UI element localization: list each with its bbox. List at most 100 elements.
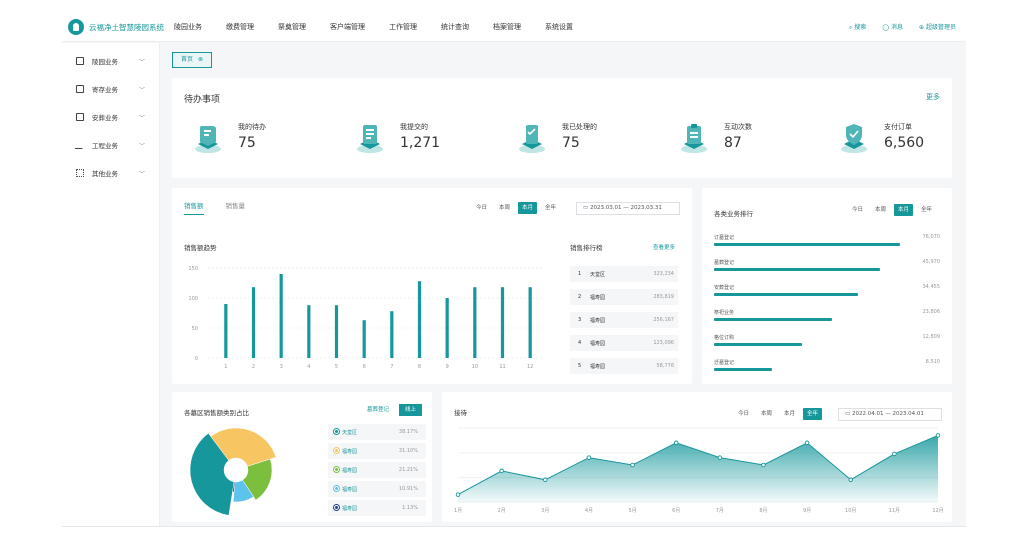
nav-item-memorial[interactable]: 祭奠管理 — [278, 22, 306, 32]
x-tick-label: 6月 — [672, 508, 680, 514]
legend-row[interactable]: 天堂区 38.17% — [328, 424, 426, 440]
range-year[interactable]: 全年 — [917, 204, 936, 216]
tab-sales-volume[interactable]: 销售量 — [226, 200, 246, 215]
data-point[interactable] — [892, 451, 897, 457]
range-today[interactable]: 今日 — [734, 408, 753, 420]
chevron-down-icon: ﹀ — [138, 59, 145, 66]
bar[interactable] — [500, 287, 505, 358]
data-point[interactable] — [935, 433, 941, 438]
tab-sales-amount[interactable]: 销售额 — [184, 200, 204, 215]
bar[interactable] — [417, 281, 422, 358]
todo-item-mine[interactable]: 我的待办 75 — [194, 118, 344, 162]
search-button[interactable]: ⌕ 搜索 — [849, 22, 866, 32]
data-point[interactable] — [673, 440, 679, 446]
bar[interactable] — [279, 274, 283, 358]
y-tick-label: 150 — [188, 266, 198, 272]
rank-row[interactable]: 4 福寿园 123,096 — [570, 335, 678, 351]
range-month[interactable]: 本月 — [894, 204, 914, 216]
range-today[interactable]: 今日 — [472, 202, 491, 214]
todo-item-interactions[interactable]: 互动次数 87 — [680, 118, 830, 162]
filter-button[interactable]: 线上 — [398, 404, 422, 416]
filter-button[interactable]: 墓葬登记 — [361, 404, 395, 416]
business-label: 安葬登记 — [714, 285, 735, 291]
range-week[interactable]: 本周 — [757, 408, 776, 420]
business-bar — [714, 343, 802, 346]
y-tick-label: 0 — [195, 356, 198, 362]
business-row[interactable]: 迁墓登记 8,510 — [714, 359, 940, 379]
todo-more-link[interactable]: 更多 — [926, 92, 940, 102]
nav-item-client[interactable]: 客户端管理 — [330, 22, 365, 32]
reception-date-range-picker[interactable]: ▭ 2022.04.01 — 2023.04.01 — [838, 408, 942, 421]
bar[interactable] — [334, 305, 339, 358]
x-tick-label: 8 — [418, 364, 421, 370]
close-icon[interactable]: ⊗ — [198, 56, 203, 63]
range-week[interactable]: 本周 — [495, 202, 514, 214]
legend-dot-icon — [334, 486, 339, 491]
message-button[interactable]: ◯ 消息 — [882, 22, 903, 32]
legend-row[interactable]: 福寿园 31.10% — [328, 443, 426, 459]
data-point[interactable] — [848, 477, 853, 483]
business-row[interactable]: 订墓登记 76,070 — [714, 234, 940, 254]
sidebar-item-storage[interactable]: 寄存业务 ﹀ — [62, 75, 159, 103]
x-tick-label: 10 — [472, 364, 478, 370]
bar[interactable] — [307, 305, 311, 358]
x-tick-label: 1月 — [454, 508, 462, 514]
nav-item-statistics[interactable]: 统计查询 — [441, 22, 469, 32]
business-row[interactable]: 格位订购 12,809 — [714, 334, 940, 354]
range-year[interactable]: 全年 — [803, 408, 823, 420]
bar[interactable] — [251, 287, 256, 358]
bar[interactable] — [224, 304, 228, 358]
rank-row[interactable]: 2 福寿园 283,819 — [570, 289, 678, 305]
business-label: 墓葬登记 — [714, 260, 735, 266]
nav-item-settings[interactable]: 系统设置 — [545, 22, 573, 32]
todo-item-orders[interactable]: 支付订单 6,560 — [840, 118, 966, 162]
bar[interactable] — [528, 287, 532, 358]
data-point[interactable] — [717, 455, 723, 460]
legend-row[interactable]: 福寿园 10.91% — [328, 481, 426, 497]
legend-row[interactable]: 福寿园 21.21% — [328, 462, 426, 478]
tab-home[interactable]: 首页 ⊗ — [172, 52, 213, 68]
admin-menu[interactable]: ⊕ 超级管理员 — [919, 22, 956, 32]
sidebar-item-burial[interactable]: 安葬业务 ﹀ — [62, 103, 159, 131]
sidebar-item-engineering[interactable]: 工程业务 ﹀ — [62, 131, 159, 159]
x-tick-label: 12 — [527, 364, 533, 370]
legend-value: 10.91% — [398, 486, 418, 492]
todo-item-submitted[interactable]: 我提交的 1,271 — [356, 118, 506, 162]
bar[interactable] — [473, 287, 477, 358]
range-year[interactable]: 全年 — [541, 202, 560, 214]
rank-row[interactable]: 5 福寿园 58,776 — [570, 358, 678, 374]
sidebar-item-cemetery[interactable]: 陵园业务 ﹀ — [62, 47, 159, 75]
rank-row[interactable]: 1 天堂区 323,234 — [570, 266, 678, 282]
legend-dot-icon — [334, 505, 339, 510]
nav-item-cemetery[interactable]: 陵园业务 — [174, 22, 202, 32]
data-point[interactable] — [499, 468, 504, 474]
range-week[interactable]: 本周 — [871, 204, 890, 216]
data-point[interactable] — [586, 455, 592, 460]
business-bar — [714, 268, 880, 271]
nav-item-archive[interactable]: 档案管理 — [493, 22, 521, 32]
legend-row[interactable]: 福寿园 1.13% — [328, 500, 426, 516]
nav-item-payment[interactable]: 缴费管理 — [226, 22, 254, 32]
x-tick-label: 10月 — [845, 508, 856, 514]
data-point[interactable] — [761, 462, 766, 468]
data-point[interactable] — [804, 440, 810, 446]
rank-row[interactable]: 3 福寿园 256,167 — [570, 312, 678, 328]
range-month[interactable]: 本月 — [518, 202, 538, 214]
business-bar — [714, 318, 832, 321]
todo-item-processed[interactable]: 我已处理的 75 — [518, 118, 668, 162]
sidebar-item-other[interactable]: 其他业务 ﹀ — [62, 159, 159, 187]
data-point[interactable] — [630, 462, 635, 468]
sales-date-range-picker[interactable]: ▭ 2023.03.01 — 2023.03.31 — [576, 202, 680, 215]
business-row[interactable]: 祭祀业务 23,806 — [714, 309, 940, 329]
nav-item-work[interactable]: 工作管理 — [389, 22, 417, 32]
range-today[interactable]: 今日 — [848, 204, 867, 216]
business-row[interactable]: 墓葬登记 45,970 — [714, 259, 940, 279]
data-point[interactable] — [455, 492, 461, 497]
data-point[interactable] — [543, 477, 548, 483]
business-row[interactable]: 安葬登记 34,455 — [714, 284, 940, 304]
range-month[interactable]: 本月 — [780, 408, 799, 420]
bar[interactable] — [390, 311, 394, 358]
bar[interactable] — [362, 320, 366, 358]
bar[interactable] — [445, 298, 449, 358]
rank-more-link[interactable]: 查看更多 — [653, 243, 675, 251]
